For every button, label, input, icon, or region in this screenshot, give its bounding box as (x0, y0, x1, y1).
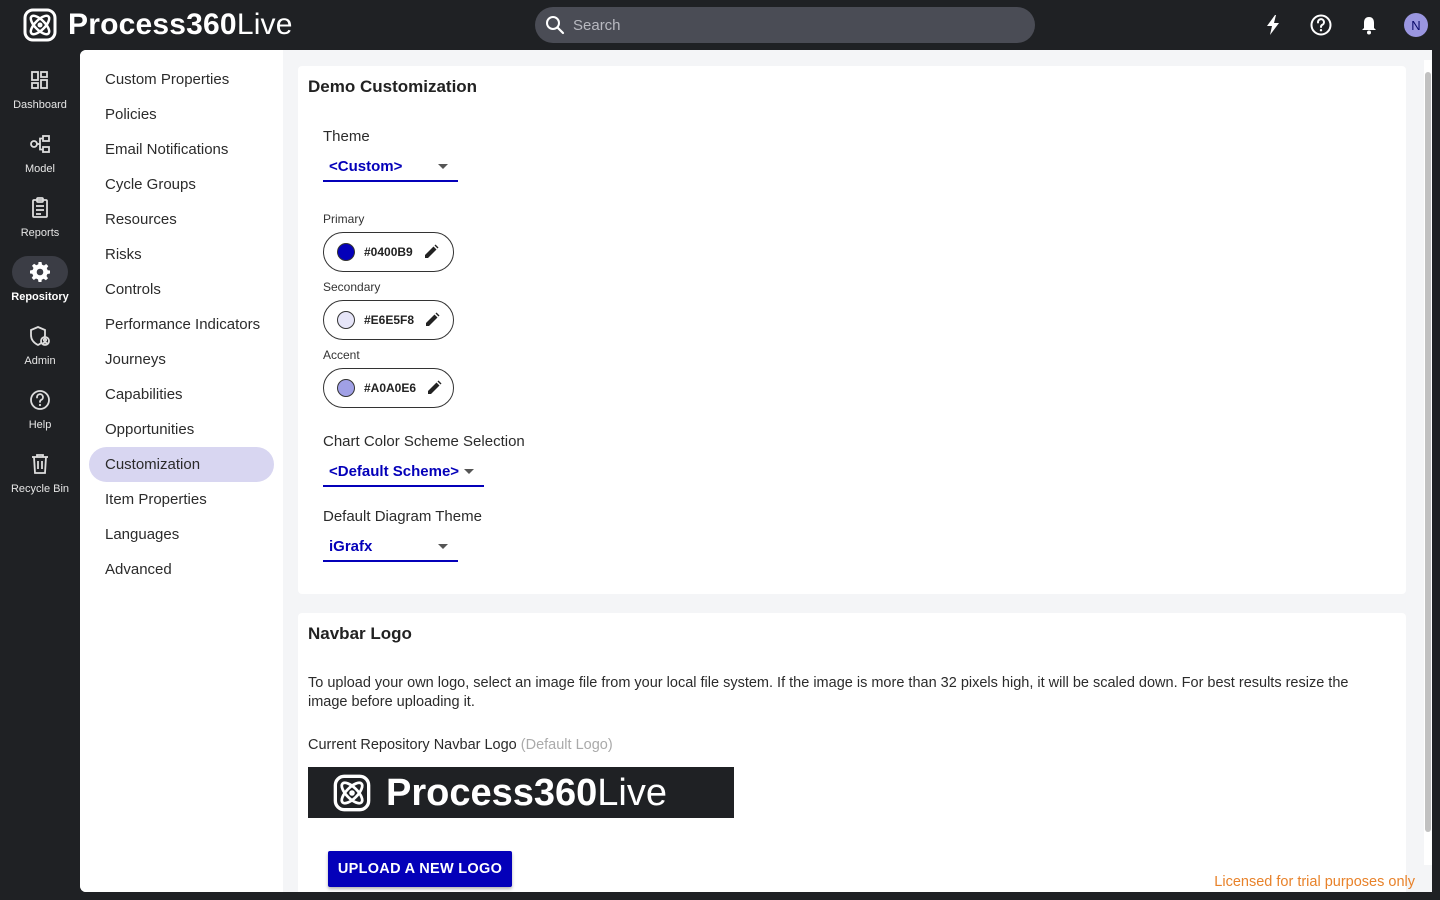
secondary-swatch (337, 311, 355, 329)
trash-icon (12, 448, 68, 480)
rail-label: Model (25, 163, 55, 175)
subnav-item-advanced[interactable]: Advanced (89, 552, 274, 587)
chart-scheme-label: Chart Color Scheme Selection (323, 433, 525, 450)
search-icon (546, 16, 565, 35)
left-rail: Dashboard Model Reports Repository Admin… (0, 50, 80, 900)
subnav-item-controls[interactable]: Controls (89, 272, 274, 307)
current-logo-label: Current Repository Navbar Logo (Default … (308, 737, 613, 753)
rail-item-reports[interactable]: Reports (0, 192, 80, 252)
main-panel: Demo Customization Theme <Custom> Primar… (283, 50, 1432, 892)
subnav-item-journeys[interactable]: Journeys (89, 342, 274, 377)
rail-label: Help (28, 419, 52, 431)
subnav-item-cycle-groups[interactable]: Cycle Groups (89, 167, 274, 202)
repository-subnav: Custom Properties Policies Email Notific… (80, 50, 283, 892)
model-icon (12, 128, 68, 160)
subnav-item-languages[interactable]: Languages (89, 517, 274, 552)
dashboard-icon (12, 64, 68, 96)
subnav-item-item-properties[interactable]: Item Properties (89, 482, 274, 517)
rail-item-recycle-bin[interactable]: Recycle Bin (0, 448, 80, 508)
atom-logo-icon (333, 774, 371, 811)
gear-icon (12, 256, 68, 288)
atom-logo-icon (23, 8, 57, 42)
primary-hex: #0400B9 (364, 245, 413, 259)
theme-label: Theme (323, 128, 370, 145)
reports-icon (12, 192, 68, 224)
chevron-down-icon (464, 469, 474, 474)
user-avatar[interactable]: N (1404, 13, 1428, 37)
brand-logo[interactable]: Process360Live (22, 8, 293, 42)
secondary-hex: #E6E5F8 (364, 313, 415, 327)
chevron-down-icon (438, 164, 448, 169)
top-icons: N (1238, 12, 1428, 38)
subnav-item-customization[interactable]: Customization (89, 447, 274, 482)
accent-color-picker[interactable]: #A0A0E6 (323, 368, 454, 408)
search-bar[interactable] (535, 7, 1035, 43)
scrollbar-thumb[interactable] (1425, 72, 1431, 832)
chart-scheme-value: <Default Scheme> (329, 462, 460, 480)
license-notice: Licensed for trial purposes only (1214, 874, 1415, 890)
chart-scheme-select[interactable]: <Default Scheme> (323, 457, 484, 487)
primary-color-picker[interactable]: #0400B9 (323, 232, 454, 272)
rail-item-help[interactable]: Help (0, 384, 80, 444)
subnav-item-email-notifications[interactable]: Email Notifications (89, 132, 274, 167)
subnav-item-custom-properties[interactable]: Custom Properties (89, 62, 274, 97)
subnav-item-capabilities[interactable]: Capabilities (89, 377, 274, 412)
accent-label: Accent (323, 348, 360, 362)
subnav-item-resources[interactable]: Resources (89, 202, 274, 237)
logo-description: To upload your own logo, select an image… (308, 675, 1349, 710)
card-title: Navbar Logo (308, 624, 412, 643)
search-input[interactable] (573, 16, 1013, 34)
card-title: Demo Customization (308, 77, 478, 96)
top-bar: Process360Live N (0, 0, 1440, 50)
diagram-theme-label: Default Diagram Theme (323, 508, 482, 525)
rail-label: Recycle Bin (10, 483, 70, 495)
admin-shield-icon (12, 320, 68, 352)
primary-label: Primary (323, 212, 365, 226)
pencil-icon[interactable] (423, 244, 439, 260)
theme-select-value: <Custom> (329, 157, 403, 175)
subnav-item-policies[interactable]: Policies (89, 97, 274, 132)
current-logo-note: (Default Logo) (520, 737, 613, 753)
help-icon (12, 384, 68, 416)
subnav-item-risks[interactable]: Risks (89, 237, 274, 272)
theme-select[interactable]: <Custom> (323, 152, 458, 182)
rail-label: Repository (11, 291, 69, 303)
rail-label: Dashboard (13, 99, 67, 111)
notification-bell-icon[interactable] (1356, 12, 1382, 38)
scrollbar[interactable] (1424, 60, 1432, 865)
content-area: Custom Properties Policies Email Notific… (80, 50, 1432, 892)
subnav-item-performance-indicators[interactable]: Performance Indicators (89, 307, 274, 342)
secondary-label: Secondary (323, 280, 381, 294)
accent-swatch (337, 379, 355, 397)
rail-item-repository[interactable]: Repository (0, 256, 80, 316)
pencil-icon[interactable] (426, 380, 442, 396)
pencil-icon[interactable] (424, 312, 440, 328)
diagram-theme-value: iGrafx (329, 537, 373, 555)
navbar-logo-card: Navbar Logo To upload your own logo, sel… (298, 613, 1406, 892)
logo-text: Process360Live (386, 771, 668, 814)
help-circle-icon[interactable] (1308, 12, 1334, 38)
lightning-icon[interactable] (1260, 12, 1286, 38)
demo-customization-card: Demo Customization Theme <Custom> Primar… (298, 66, 1406, 594)
accent-hex: #A0A0E6 (364, 381, 417, 395)
rail-label: Reports (20, 227, 60, 239)
diagram-theme-select[interactable]: iGrafx (323, 532, 458, 562)
primary-swatch (337, 243, 355, 261)
rail-item-model[interactable]: Model (0, 128, 80, 188)
rail-item-dashboard[interactable]: Dashboard (0, 64, 80, 124)
upload-logo-button[interactable]: UPLOAD A NEW LOGO (328, 851, 512, 887)
secondary-color-picker[interactable]: #E6E5F8 (323, 300, 454, 340)
subnav-item-opportunities[interactable]: Opportunities (89, 412, 274, 447)
rail-label: Admin (24, 355, 56, 367)
brand-name: Process360Live (68, 8, 293, 41)
rail-item-admin[interactable]: Admin (0, 320, 80, 380)
chevron-down-icon (438, 544, 448, 549)
current-logo-preview: Process360Live (308, 767, 734, 818)
